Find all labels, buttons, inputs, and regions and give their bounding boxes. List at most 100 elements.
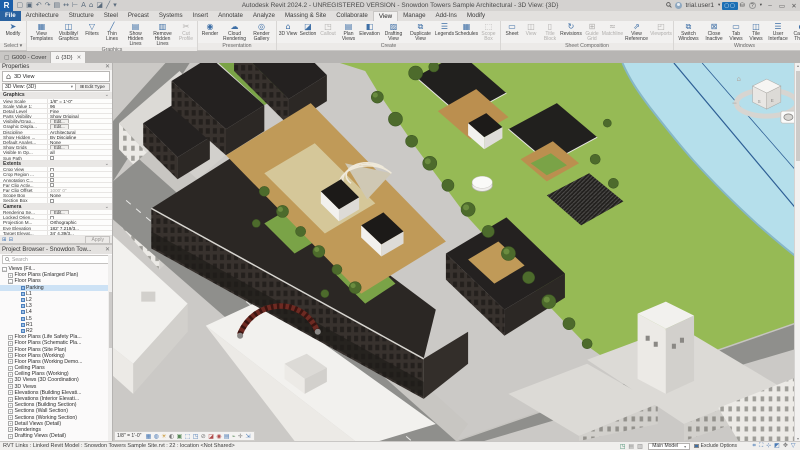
tree-item-drafting-views-detail[interactable]: +Drafting Views (Detail): [0, 433, 112, 439]
temp-view-props-icon[interactable]: ▤: [224, 432, 230, 441]
ribbon-tab-precast[interactable]: Precast: [123, 11, 154, 21]
browser-search-input[interactable]: Search: [2, 255, 110, 264]
property-value[interactable]: [48, 172, 112, 176]
ribbon-tab-add-ins[interactable]: Add-Ins: [431, 11, 462, 21]
property-value[interactable]: Edit...: [48, 124, 112, 128]
edit-button[interactable]: Edit...: [50, 124, 69, 128]
ribbon-button-thin-lines[interactable]: ╱Thin Lines: [102, 22, 122, 42]
section-icon[interactable]: ◪: [96, 0, 103, 11]
property-value[interactable]: Fine: [48, 109, 112, 113]
temp-hide-icon[interactable]: ◪: [208, 432, 214, 441]
property-checkbox[interactable]: [50, 178, 54, 182]
ribbon-button-render-gallery[interactable]: ◎Render Gallery: [248, 22, 275, 42]
properties-pin-icon[interactable]: ⊟: [9, 237, 14, 243]
edit-button[interactable]: Edit...: [50, 119, 69, 123]
property-checkbox[interactable]: [50, 168, 54, 172]
properties-help-icon[interactable]: ⊞: [2, 237, 7, 243]
ribbon-tab-analyze[interactable]: Analyze: [248, 11, 280, 21]
save-icon[interactable]: ▣: [26, 0, 33, 11]
view-tab-close-icon[interactable]: ✕: [77, 55, 82, 61]
property-value[interactable]: None: [48, 140, 112, 144]
edit-type-button[interactable]: ⊞Edit Type: [76, 83, 110, 91]
tree-expander-icon[interactable]: +: [8, 347, 13, 352]
sheet-list-icon[interactable]: ▤: [628, 443, 634, 450]
property-value[interactable]: 34' 4.39/3...: [48, 231, 112, 235]
type-selector[interactable]: ⌂ 3D View: [2, 71, 110, 82]
open-icon[interactable]: ▢: [17, 0, 24, 11]
ribbon-tab-insert[interactable]: Insert: [188, 11, 213, 21]
properties-close-icon[interactable]: ✕: [105, 63, 110, 70]
undo-icon[interactable]: ↶: [36, 0, 42, 11]
property-value[interactable]: 96: [48, 104, 112, 108]
ribbon-tab-manage[interactable]: Manage: [398, 11, 430, 21]
property-value[interactable]: 1/8" = 1'-0": [48, 99, 112, 103]
render-dialog-icon[interactable]: ▣: [177, 432, 183, 441]
property-value[interactable]: Architectural: [48, 130, 112, 134]
browser-scrollbar[interactable]: [108, 255, 112, 441]
ribbon-tab-systems[interactable]: Systems: [154, 11, 188, 21]
property-value[interactable]: Show Original: [48, 114, 112, 118]
ribbon-button-remove-hidden-lines[interactable]: ▥Remove Hidden Lines: [149, 22, 176, 47]
tree-expander-icon[interactable]: +: [8, 409, 13, 414]
tree-expander-icon[interactable]: +: [8, 353, 13, 358]
thin-lines-icon[interactable]: ╱: [106, 0, 110, 11]
visual-style-icon[interactable]: ◍: [154, 432, 159, 441]
property-value[interactable]: Edit...: [48, 145, 112, 149]
tree-expander-icon[interactable]: +: [8, 378, 13, 383]
drawing-area[interactable]: S E ⌂ 1/8" = 1'-0" ▦◍☀◐▣⬚◳⊘◪◉▤⌁✛⇲ ▴ ▾: [113, 63, 800, 441]
signed-in-user[interactable]: trial.user1: [685, 2, 714, 9]
redo-icon[interactable]: ↷: [45, 0, 51, 11]
lock-3d-icon[interactable]: ⊘: [201, 432, 206, 441]
sun-path-icon[interactable]: ☀: [161, 432, 166, 441]
text-icon[interactable]: A: [81, 0, 86, 11]
property-checkbox[interactable]: [50, 216, 54, 220]
ribbon-button-cloud-rendering[interactable]: ☁Cloud Rendering: [221, 22, 248, 42]
ribbon-button-view-reference[interactable]: ⇗View Reference: [623, 22, 650, 42]
ribbon-button-revisions[interactable]: ↻Revisions: [560, 22, 582, 37]
select-underlay-icon[interactable]: ⛶: [759, 442, 763, 450]
ribbon-button-view-templates[interactable]: ▦View Templates: [28, 22, 55, 42]
tree-expander-icon[interactable]: +: [8, 397, 13, 402]
minimize-button[interactable]: –: [764, 2, 776, 9]
view-tab--3d-[interactable]: ⌂{3D}✕: [51, 52, 85, 63]
ribbon-button-tab-views[interactable]: ▭Tab Views: [726, 22, 746, 42]
ribbon-tab-modify[interactable]: Modify: [462, 11, 490, 21]
tree-expander-icon[interactable]: +: [8, 359, 13, 364]
help-caret-icon[interactable]: ▾: [760, 3, 762, 8]
crop-region-icon[interactable]: ◳: [193, 432, 199, 441]
reveal-hidden-icon[interactable]: ◉: [216, 432, 221, 441]
tree-expander-icon[interactable]: +: [8, 341, 13, 346]
dimension-icon[interactable]: ⊢: [72, 0, 78, 11]
customize-icon[interactable]: ▾: [113, 0, 117, 11]
tree-expander-icon[interactable]: +: [8, 273, 13, 278]
project-browser-close-icon[interactable]: ✕: [105, 246, 110, 253]
ribbon-button-legends[interactable]: ☰Legends: [434, 22, 455, 37]
tree-expander-icon[interactable]: +: [8, 366, 13, 371]
print-icon[interactable]: ▤: [54, 0, 61, 11]
property-checkbox[interactable]: [50, 173, 54, 177]
canvas-scrollbar[interactable]: ▴ ▾: [794, 63, 800, 441]
ribbon-button-filters[interactable]: ▽Filters: [82, 22, 102, 37]
filter-icon[interactable]: ▽: [791, 442, 796, 450]
tree-expander-icon[interactable]: +: [8, 384, 13, 389]
ribbon-tab-architecture[interactable]: Architecture: [21, 11, 64, 21]
upgrade-badge[interactable]: ▢▢: [722, 2, 737, 10]
property-value[interactable]: By Discipline: [48, 135, 112, 139]
ribbon-tab-massing-site[interactable]: Massing & Site: [280, 11, 331, 21]
property-value[interactable]: Orthographic: [48, 220, 112, 224]
property-value[interactable]: [48, 178, 112, 182]
measure-icon[interactable]: ↔: [63, 0, 69, 11]
edit-button[interactable]: Edit...: [50, 210, 69, 214]
ribbon-button-show-hidden-lines[interactable]: ▤Show Hidden Lines: [122, 22, 149, 47]
property-value[interactable]: 182' 7.219/3...: [48, 226, 112, 230]
apply-button[interactable]: Apply: [85, 236, 110, 244]
close-button[interactable]: ✕: [788, 2, 800, 10]
crop-view-icon[interactable]: ⬚: [185, 432, 191, 441]
ribbon-button-schedules[interactable]: ▦Schedules: [455, 22, 478, 37]
ribbon-button-user-interface[interactable]: ☰User Interface: [766, 22, 790, 42]
drag-on-selection-icon[interactable]: ✥: [783, 442, 788, 450]
help-button[interactable]: ?: [749, 2, 756, 9]
user-avatar[interactable]: [675, 2, 682, 9]
property-checkbox[interactable]: [50, 156, 54, 160]
displacement-icon[interactable]: ⇲: [245, 432, 250, 441]
